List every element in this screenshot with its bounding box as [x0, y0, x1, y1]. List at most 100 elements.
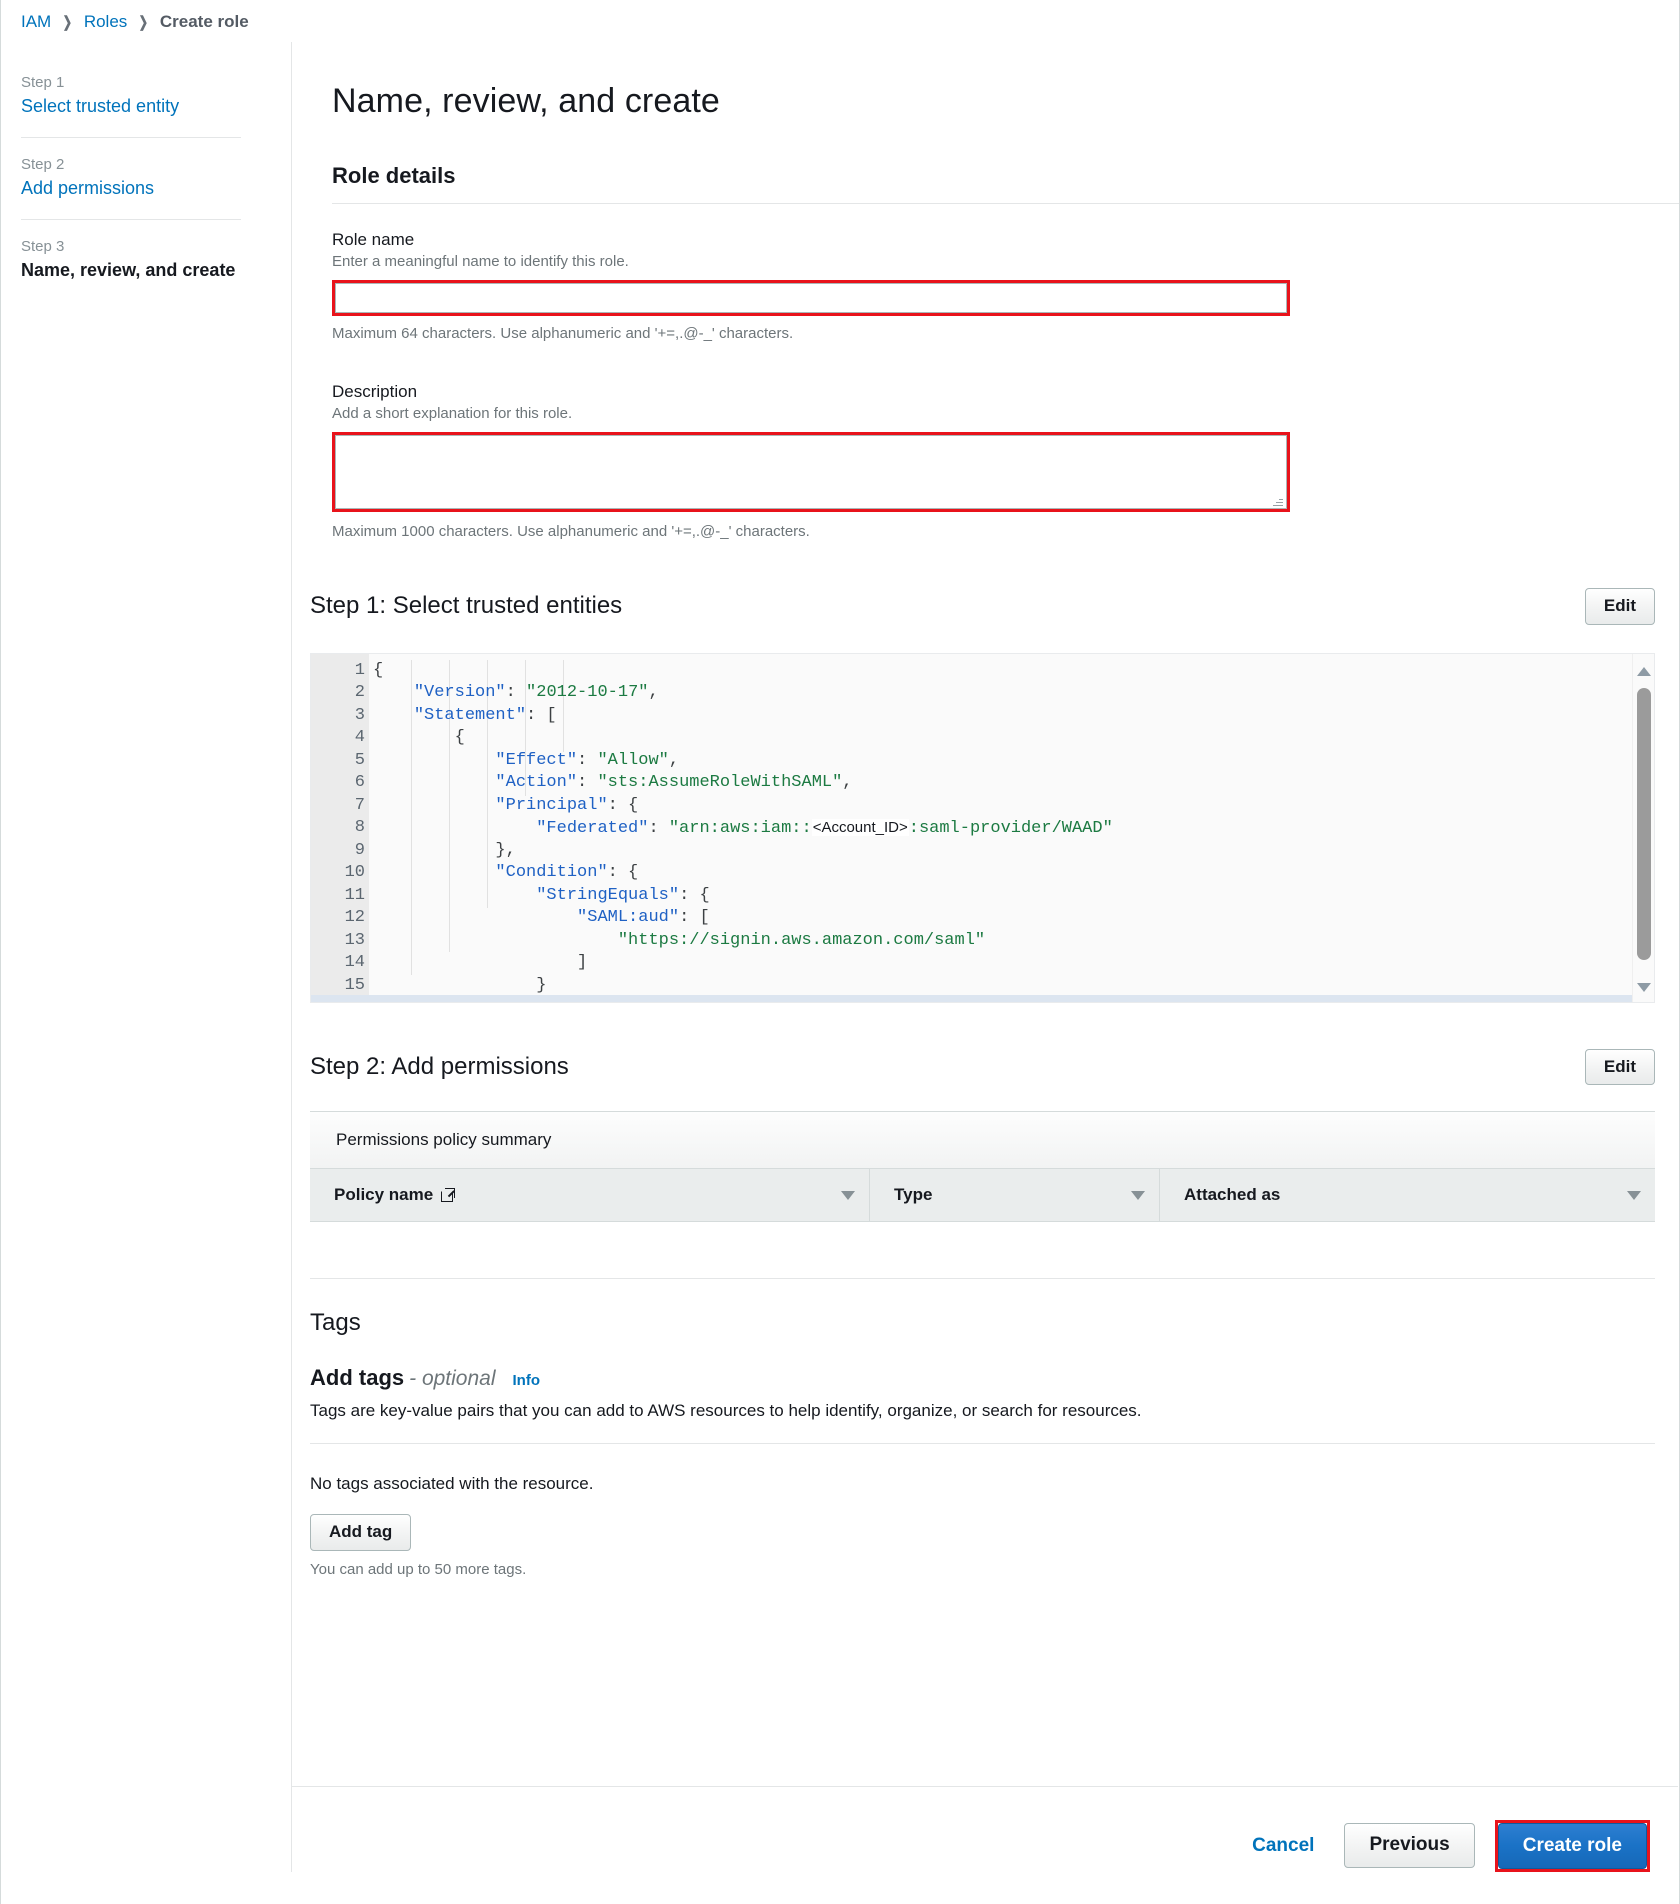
editor-line-number: 1▼ — [311, 660, 369, 683]
column-header-policy-name[interactable]: Policy name — [310, 1169, 870, 1221]
tags-limit-note: You can add up to 50 more tags. — [310, 1561, 1679, 1578]
editor-code-line: { — [369, 660, 1654, 683]
editor-line-number: 4▼ — [311, 727, 369, 750]
previous-button[interactable]: Previous — [1344, 1823, 1474, 1868]
editor-code-line: ] — [369, 952, 1654, 975]
sidebar-step-3: Step 3 Name, review, and create — [21, 238, 241, 285]
code-token — [373, 819, 536, 838]
editor-line-number: 11▼ — [311, 885, 369, 908]
code-token: "Action" — [495, 773, 577, 792]
breadcrumb-item-iam[interactable]: IAM — [21, 12, 51, 32]
code-token: } — [373, 976, 546, 995]
code-token — [373, 931, 618, 950]
role-name-footnote: Maximum 64 characters. Use alphanumeric … — [332, 325, 1679, 342]
sidebar-step-2-label[interactable]: Add permissions — [21, 178, 241, 199]
editor-line-number: 2 — [311, 682, 369, 705]
editor-line-number: 3▼ — [311, 705, 369, 728]
sidebar-step-1[interactable]: Step 1 Select trusted entity — [21, 74, 241, 121]
role-name-input[interactable] — [335, 283, 1287, 313]
code-token — [373, 886, 536, 905]
code-token: : — [577, 773, 597, 792]
role-name-hint: Enter a meaningful name to identify this… — [332, 253, 1679, 270]
code-token: , — [669, 751, 679, 770]
code-token: : [ — [679, 908, 710, 927]
code-token: "arn:aws:iam:: — [669, 819, 812, 838]
code-token: : — [577, 751, 597, 770]
description-textarea[interactable] — [335, 435, 1287, 509]
sidebar-step-1-label[interactable]: Select trusted entity — [21, 96, 241, 117]
code-token: "SAML:aud" — [577, 908, 679, 927]
chevron-right-icon: ❯ — [63, 13, 72, 31]
tags-info-link[interactable]: Info — [513, 1372, 541, 1389]
editor-line-number: 9 — [311, 840, 369, 863]
code-token: "sts:AssumeRoleWithSAML" — [597, 773, 842, 792]
code-token: "2012-10-17" — [526, 683, 648, 702]
code-token — [373, 683, 414, 702]
step1-review-header: Step 1: Select trusted entities Edit — [310, 580, 1655, 625]
editor-line-number: 6 — [311, 772, 369, 795]
add-tag-button[interactable]: Add tag — [310, 1514, 411, 1551]
code-token: { — [373, 728, 465, 747]
role-name-label: Role name — [332, 230, 1679, 250]
step1-review-title: Step 1: Select trusted entities — [310, 592, 622, 620]
edit-trusted-entities-button[interactable]: Edit — [1585, 588, 1655, 625]
account-id-placeholder: <Account_ID> — [812, 819, 909, 836]
wizard-footer: Cancel Previous Create role — [292, 1786, 1678, 1904]
scroll-up-arrow-icon[interactable] — [1637, 667, 1651, 676]
breadcrumb: IAM ❯ Roles ❯ Create role — [1, 0, 1679, 42]
breadcrumb-item-roles[interactable]: Roles — [84, 12, 127, 32]
column-header-type-label: Type — [894, 1185, 932, 1205]
code-token: "Allow" — [597, 751, 668, 770]
cancel-button[interactable]: Cancel — [1242, 1829, 1324, 1863]
role-name-field-group: Role name Enter a meaningful name to ide… — [332, 230, 1679, 342]
sort-policy-name-icon[interactable] — [841, 1191, 855, 1200]
editor-code-line: "Action": "sts:AssumeRoleWithSAML", — [369, 772, 1654, 795]
column-header-type[interactable]: Type — [870, 1169, 1160, 1221]
editor-horizontal-scrollbar[interactable] — [311, 995, 1632, 1002]
editor-vertical-scrollbar[interactable] — [1632, 654, 1654, 1002]
code-token: { — [373, 661, 383, 680]
editor-code-line: "SAML:aud": [ — [369, 907, 1654, 930]
create-role-button[interactable]: Create role — [1498, 1823, 1647, 1869]
code-token: ] — [373, 953, 587, 972]
code-token: : { — [608, 796, 639, 815]
permissions-policy-table: Permissions policy summary Policy name T… — [310, 1111, 1655, 1222]
edit-permissions-button[interactable]: Edit — [1585, 1049, 1655, 1086]
sort-attached-as-icon[interactable] — [1627, 1191, 1641, 1200]
code-token: : [ — [526, 706, 557, 725]
description-footnote: Maximum 1000 characters. Use alphanumeri… — [332, 523, 1679, 540]
editor-code-area[interactable]: { "Version": "2012-10-17", "Statement": … — [369, 654, 1654, 1002]
description-field-group: Description Add a short explanation for … — [332, 382, 1679, 540]
sidebar-step-2[interactable]: Step 2 Add permissions — [21, 156, 241, 203]
column-header-attached-as[interactable]: Attached as — [1160, 1169, 1655, 1221]
tags-empty-message: No tags associated with the resource. — [310, 1474, 1679, 1494]
editor-line-number: 5 — [311, 750, 369, 773]
description-label: Description — [332, 382, 1679, 402]
editor-line-number: 14 — [311, 952, 369, 975]
scroll-down-arrow-icon[interactable] — [1637, 983, 1651, 992]
permissions-table-caption: Permissions policy summary — [310, 1112, 1655, 1169]
code-token — [373, 908, 577, 927]
add-tags-optional-label: - optional — [409, 1367, 495, 1391]
tags-bottom-divider — [310, 1443, 1655, 1444]
code-token — [373, 796, 495, 815]
trust-policy-editor[interactable]: 1▼23▼4▼567▼8910▼11▼12▼13141516171819 { "… — [310, 653, 1655, 1003]
step2-review-title: Step 2: Add permissions — [310, 1053, 569, 1081]
editor-line-number: 10▼ — [311, 862, 369, 885]
code-token: , — [648, 683, 658, 702]
code-token: : { — [608, 863, 639, 882]
editor-code-line: "StringEquals": { — [369, 885, 1654, 908]
code-token: "Condition" — [495, 863, 607, 882]
code-token: :saml-provider/WAAD" — [909, 819, 1113, 838]
add-tags-label: Add tags — [310, 1365, 404, 1391]
code-token: "Effect" — [495, 751, 577, 770]
editor-scroll-thumb[interactable] — [1637, 688, 1651, 960]
editor-code-line: "Federated": "arn:aws:iam::<Account_ID>:… — [369, 817, 1654, 840]
editor-line-number: 8 — [311, 817, 369, 840]
external-link-icon[interactable] — [441, 1189, 454, 1202]
create-role-highlight: Create role — [1495, 1820, 1650, 1872]
role-name-highlight — [332, 280, 1290, 316]
sort-type-icon[interactable] — [1131, 1191, 1145, 1200]
editor-code-line: "https://signin.aws.amazon.com/saml" — [369, 930, 1654, 953]
code-token: "https://signin.aws.amazon.com/saml" — [618, 931, 985, 950]
